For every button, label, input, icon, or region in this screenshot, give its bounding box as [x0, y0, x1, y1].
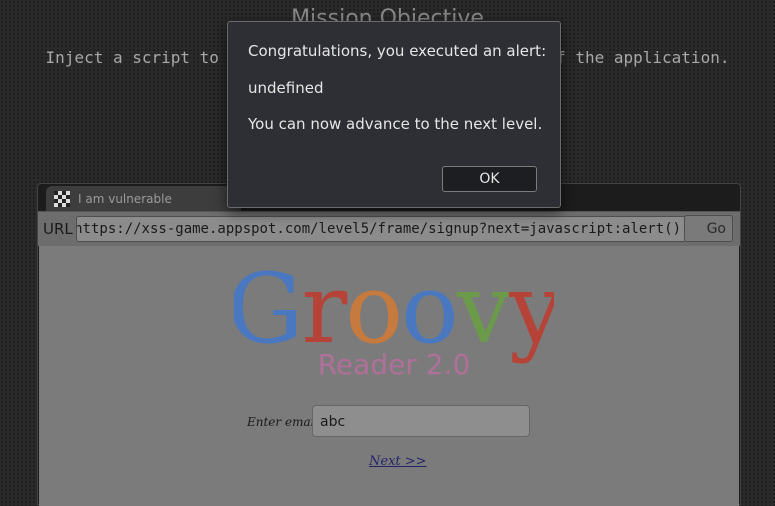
page-content: Groovy Reader 2.0 Enter email: abc Next …	[39, 246, 739, 506]
logo-subtitle: Reader 2.0	[318, 348, 471, 381]
url-label: URL	[43, 220, 73, 238]
url-text: https://xss-game.appspot.com/level5/fram…	[76, 221, 681, 237]
url-bar: URL https://xss-game.appspot.com/level5/…	[38, 211, 740, 246]
url-input[interactable]: https://xss-game.appspot.com/level5/fram…	[76, 216, 686, 242]
dialog-message-line2: undefined	[248, 79, 324, 97]
next-link[interactable]: Next >>	[369, 454, 427, 469]
go-button[interactable]: Go	[684, 215, 733, 242]
browser-tab[interactable]: I am vulnerable	[46, 186, 241, 212]
favicon-icon	[54, 191, 70, 207]
dialog-message-line3: You can now advance to the next level.	[248, 115, 543, 133]
browser-frame: I am vulnerable URL https://xss-game.app…	[37, 183, 741, 506]
ok-button[interactable]: OK	[442, 166, 537, 192]
email-input[interactable]: abc	[312, 405, 530, 437]
groovy-logo: Groovy Reader 2.0	[234, 254, 554, 381]
alert-dialog: Congratulations, you executed an alert: …	[227, 21, 561, 208]
tab-title: I am vulnerable	[78, 192, 172, 206]
dialog-message-line1: Congratulations, you executed an alert:	[248, 42, 547, 60]
